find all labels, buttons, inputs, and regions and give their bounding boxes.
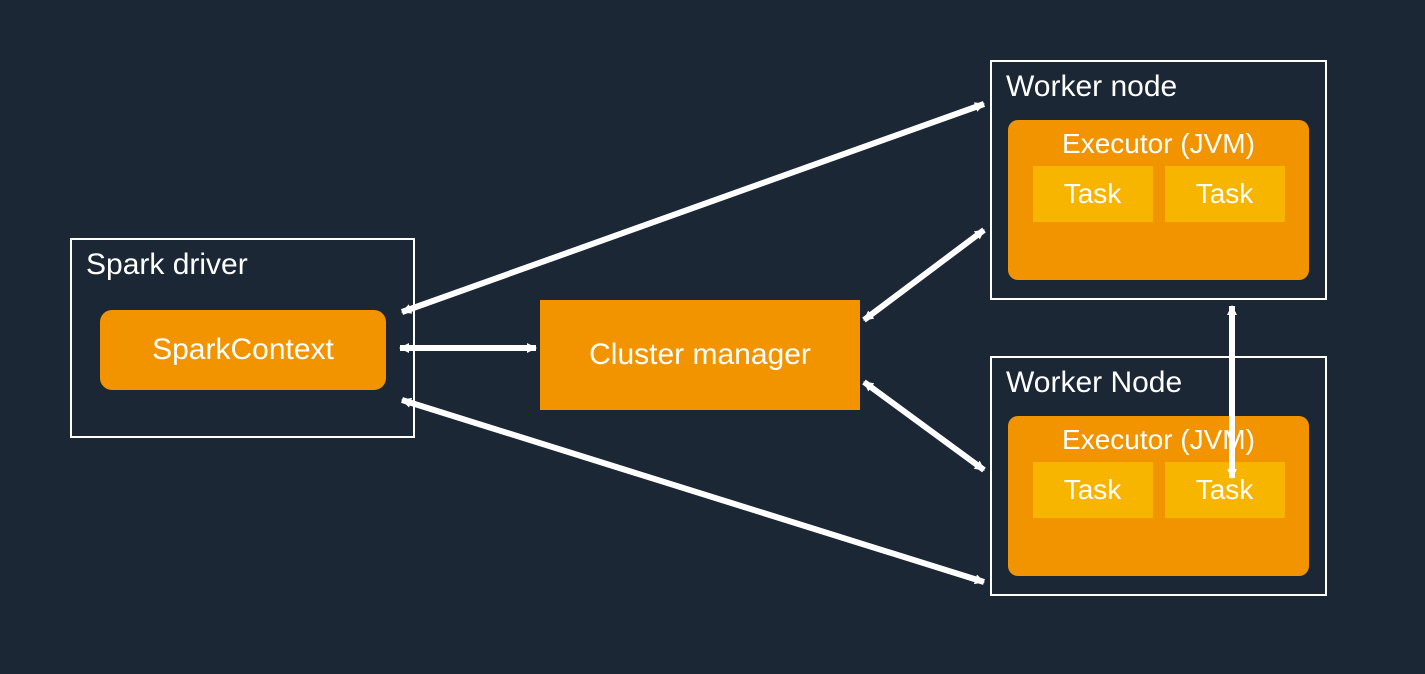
executor-top-label: Executor (JVM) — [1020, 128, 1297, 160]
arrow-cluster-worker-top — [864, 230, 984, 320]
worker-node-top-label: Worker node — [1006, 70, 1177, 104]
arrow-cluster-worker-bottom — [864, 382, 984, 470]
worker-node-bottom-label: Worker Node — [1006, 366, 1182, 400]
spark-driver-panel: Spark driver SparkContext — [70, 238, 415, 438]
task-box: Task — [1165, 462, 1285, 518]
worker-node-top-panel: Worker node Executor (JVM) Task Task — [990, 60, 1327, 300]
spark-context-box: SparkContext — [100, 310, 386, 390]
task-box: Task — [1033, 462, 1153, 518]
executor-bottom-box: Executor (JVM) Task Task — [1008, 416, 1309, 576]
executor-top-box: Executor (JVM) Task Task — [1008, 120, 1309, 280]
diagram-canvas: Spark driver SparkContext Cluster manage… — [0, 0, 1425, 674]
task-row-top: Task Task — [1020, 166, 1297, 222]
task-box: Task — [1165, 166, 1285, 222]
spark-driver-label: Spark driver — [86, 248, 248, 282]
task-row-bottom: Task Task — [1020, 462, 1297, 518]
task-box: Task — [1033, 166, 1153, 222]
arrow-context-worker-top — [402, 104, 984, 312]
arrow-context-worker-bottom — [402, 400, 984, 582]
executor-bottom-label: Executor (JVM) — [1020, 424, 1297, 456]
cluster-manager-label: Cluster manager — [589, 338, 811, 372]
worker-node-bottom-panel: Worker Node Executor (JVM) Task Task — [990, 356, 1327, 596]
cluster-manager-box: Cluster manager — [540, 300, 860, 410]
spark-context-label: SparkContext — [152, 333, 334, 367]
